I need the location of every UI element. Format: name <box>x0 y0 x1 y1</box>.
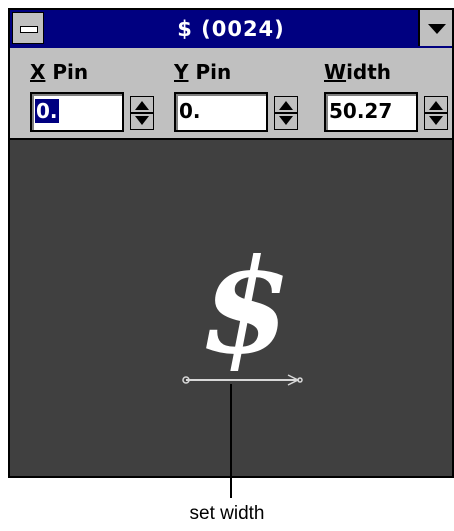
spin-down-icon[interactable] <box>135 116 149 125</box>
spin-down-icon[interactable] <box>429 116 443 125</box>
y-pin-input[interactable]: 0. <box>174 92 268 132</box>
width-value: 50.27 <box>329 99 393 123</box>
width-handle-icon[interactable] <box>297 377 303 383</box>
spin-up-icon[interactable] <box>279 101 293 110</box>
y-pin-value: 0. <box>179 99 201 123</box>
x-pin-input[interactable]: 0. <box>30 92 124 132</box>
x-pin-label: X Pin <box>30 60 89 84</box>
spin-down-icon[interactable] <box>279 116 293 125</box>
width-label: Width <box>324 60 392 84</box>
caption-leader-line <box>230 384 232 498</box>
spin-up-icon[interactable] <box>135 101 149 110</box>
y-pin-label: Y Pin <box>174 60 232 84</box>
x-pin-value: 0. <box>35 99 59 123</box>
width-spinner[interactable] <box>424 96 448 130</box>
set-width-caption: set width <box>189 503 265 524</box>
dropdown-arrow-icon[interactable] <box>418 10 452 46</box>
title-bar[interactable]: $ (0024) <box>10 10 452 48</box>
metrics-toolbar: X Pin 0. Y Pin 0. Width 50.27 <box>10 48 452 140</box>
spin-up-icon[interactable] <box>429 101 443 110</box>
glyph-character: $ <box>201 230 291 383</box>
window-title: $ (0024) <box>177 17 285 41</box>
y-pin-spinner[interactable] <box>274 96 298 130</box>
width-input[interactable]: 50.27 <box>324 92 418 132</box>
x-pin-spinner[interactable] <box>130 96 154 130</box>
system-menu-button[interactable] <box>12 12 44 44</box>
